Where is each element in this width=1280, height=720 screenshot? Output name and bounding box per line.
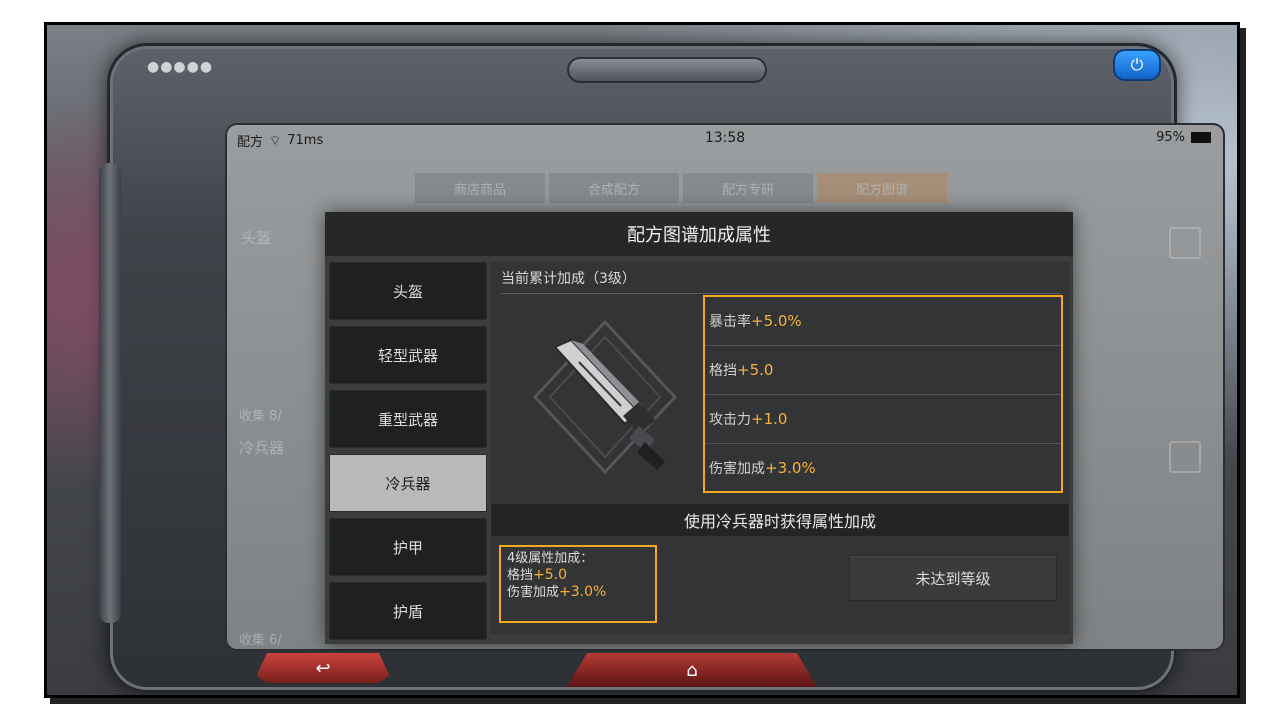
category-light-weapon[interactable]: 轻型武器 [329, 326, 487, 384]
bg-note-icon [1169, 227, 1201, 259]
stat-value: +5.0 [533, 567, 568, 583]
background-tabs: 商店商品 合成配方 配方专研 配方图谱 [415, 173, 947, 203]
stat-name: 暴击率 [709, 314, 751, 330]
left-grip [99, 163, 121, 623]
bg-tab: 配方图谱 [817, 173, 947, 203]
power-icon: ⏻ [1130, 55, 1144, 74]
category-list: 头盔 轻型武器 重型武器 冷兵器 护甲 护盾 [329, 262, 487, 646]
screenshot-frame: ●●●●● ⏻ 配方 ⌔ 71ms 13:58 95% 商店商品 合成配方 配方… [44, 22, 1240, 698]
bg-collect-label: 收集 8/ [239, 409, 282, 424]
device-shell: ●●●●● ⏻ 配方 ⌔ 71ms 13:58 95% 商店商品 合成配方 配方… [99, 43, 1225, 693]
stat-value: +3.0% [559, 584, 607, 600]
category-heavy-weapon[interactable]: 重型武器 [329, 390, 487, 448]
bonus-detail-pane: 当前累计加成（3级） 暴击率 +5.0% 格挡 +5.0 攻击力 +1.0 伤害… [491, 262, 1069, 634]
next-stat-row: 伤害加成+3.0% [507, 584, 649, 601]
dialog-title: 配方图谱加成属性 [325, 212, 1073, 256]
level-not-reached-button[interactable]: 未达到等级 [849, 555, 1057, 601]
category-helmet[interactable]: 头盔 [329, 262, 487, 320]
battery-label: 95% [1156, 130, 1185, 145]
stat-value: +3.0% [765, 459, 816, 477]
speaker-dots: ●●●●● [147, 59, 214, 75]
device-screen: 配方 ⌔ 71ms 13:58 95% 商店商品 合成配方 配方专研 配方图谱 … [225, 123, 1225, 651]
usage-banner: 使用冷兵器时获得属性加成 [491, 504, 1069, 536]
knife-icon [532, 319, 678, 475]
current-stats-box: 暴击率 +5.0% 格挡 +5.0 攻击力 +1.0 伤害加成 +3.0% [703, 295, 1063, 493]
stat-value: +5.0 [737, 361, 774, 379]
category-shield[interactable]: 护盾 [329, 582, 487, 640]
stat-row-block: 格挡 +5.0 [705, 346, 1061, 395]
stat-row-crit: 暴击率 +5.0% [705, 297, 1061, 346]
stat-name: 格挡 [709, 363, 737, 379]
battery-icon [1191, 132, 1211, 143]
device-notch [567, 57, 767, 83]
bg-tab: 配方专研 [683, 173, 813, 203]
bonus-dialog: 配方图谱加成属性 头盔 轻型武器 重型武器 冷兵器 护甲 护盾 当前累计加成（3… [325, 212, 1073, 644]
bg-tab: 商店商品 [415, 173, 545, 203]
category-melee[interactable]: 冷兵器 [329, 454, 487, 512]
stat-name: 伤害加成 [709, 461, 765, 477]
category-armor[interactable]: 护甲 [329, 518, 487, 576]
stat-name: 攻击力 [709, 412, 751, 428]
stat-row-damage: 伤害加成 +3.0% [705, 444, 1061, 492]
stat-value: +5.0% [751, 312, 802, 330]
home-icon: ⌂ [686, 659, 698, 681]
bg-collect-label: 收集 6/ [239, 633, 282, 648]
back-button[interactable]: ↩ [253, 653, 393, 683]
back-arrow-icon: ↩ [315, 657, 331, 679]
status-right: 95% [1156, 130, 1211, 145]
bg-helmet-label: 头盔 [241, 229, 272, 247]
stat-row-attack: 攻击力 +1.0 [705, 395, 1061, 444]
stat-name: 伤害加成 [507, 585, 560, 600]
status-time: 13:58 [704, 130, 746, 146]
next-stat-row: 格挡+5.0 [507, 567, 649, 584]
melee-weapon-image [505, 302, 705, 497]
bg-melee-label: 冷兵器 [239, 439, 285, 457]
bg-tab: 合成配方 [549, 173, 679, 203]
next-level-title: 4级属性加成： [507, 551, 594, 566]
stat-name: 格挡 [507, 568, 534, 583]
current-bonus-label: 当前累计加成（3级） [501, 271, 636, 287]
divider [501, 293, 1061, 294]
power-button[interactable]: ⏻ [1115, 51, 1159, 79]
next-level-box: 4级属性加成： 格挡+5.0 伤害加成+3.0% [499, 545, 657, 623]
stat-value: +1.0 [751, 410, 788, 428]
bg-note-icon [1169, 441, 1201, 473]
home-button[interactable]: ⌂ [567, 653, 817, 687]
status-bar: 配方 ⌔ 71ms 13:58 95% [225, 123, 1225, 153]
